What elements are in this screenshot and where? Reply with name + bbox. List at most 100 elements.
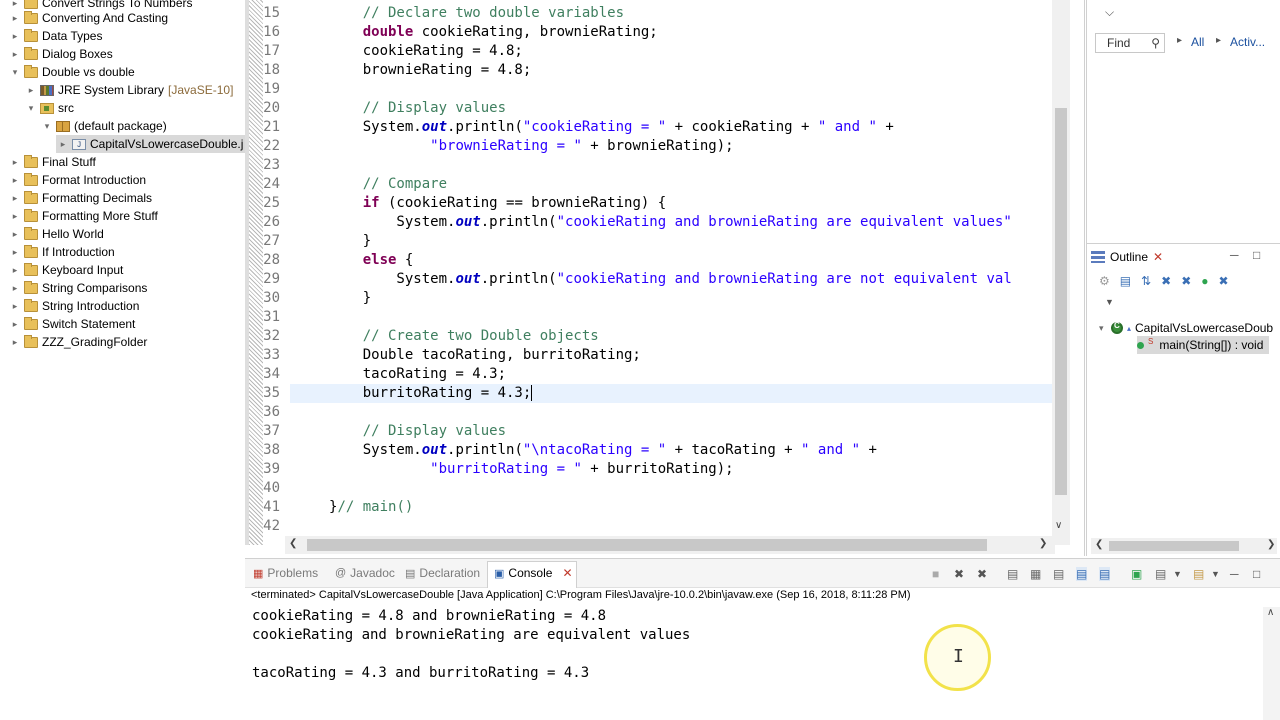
scroll-left-arrow-icon[interactable]: ❮ [1095, 539, 1103, 550]
chevron-right-icon[interactable]: ▸ [8, 31, 22, 42]
code-text[interactable]: tacoRating = 4.3; [329, 365, 506, 384]
sort-alpha-icon[interactable]: ⇅ [1141, 274, 1151, 288]
outline-method-item[interactable]: S main(String[]) : void [1137, 336, 1270, 354]
tab-javadoc[interactable]: @ Javadoc [335, 566, 395, 580]
dropdown-arrow-icon[interactable]: ▼ [1211, 569, 1220, 579]
code-text[interactable]: System.out.println("cookieRating and bro… [329, 270, 1011, 289]
scroll-right-arrow-icon[interactable]: ❯ [1267, 539, 1275, 550]
tree-item-keyboard-input[interactable]: ▸ Keyboard Input [8, 261, 123, 279]
hide-local-types-icon[interactable]: ✖ [1219, 274, 1229, 288]
code-line[interactable]: 22 "brownieRating = " + brownieRating); [245, 137, 1052, 156]
code-line[interactable]: 15 // Declare two double variables [245, 4, 1052, 23]
chevron-right-icon[interactable]: ▸ [8, 49, 22, 60]
code-text[interactable]: "brownieRating = " + brownieRating); [329, 137, 733, 156]
tree-item-formatting-decimals[interactable]: ▸ Formatting Decimals [8, 189, 152, 207]
chevron-down-icon[interactable]: ▾ [1099, 323, 1111, 334]
hide-nonpublic-icon[interactable]: ● [1201, 274, 1208, 288]
scroll-left-arrow-icon[interactable]: ❮ [289, 538, 297, 549]
code-text[interactable]: // Compare [329, 175, 447, 194]
code-text[interactable]: burritoRating = 4.3; [329, 384, 533, 403]
code-text[interactable]: // Display values [329, 99, 506, 118]
code-line[interactable]: 25 if (cookieRating == brownieRating) { [245, 194, 1052, 213]
tree-item-string-introduction[interactable]: ▸ String Introduction [8, 297, 139, 315]
clear-console-icon[interactable]: ▤ [1007, 567, 1018, 581]
tree-item-string-comparisons[interactable]: ▸ String Comparisons [8, 279, 147, 297]
code-line[interactable]: 37 // Display values [245, 422, 1052, 441]
tree-item-format-introduction[interactable]: ▸ Format Introduction [8, 171, 146, 189]
show-on-stderr-icon[interactable]: ▤ [1099, 567, 1111, 581]
pin-console-icon[interactable]: ▣ [1131, 567, 1142, 581]
code-line[interactable]: 41}// main() [245, 498, 1052, 517]
code-text[interactable]: System.out.println("cookieRating and bro… [329, 213, 1011, 232]
code-text[interactable]: if (cookieRating == brownieRating) { [329, 194, 666, 213]
close-icon[interactable]: ✕ [1153, 250, 1163, 264]
chevron-right-icon[interactable]: ▸ [24, 85, 38, 96]
collapse-all-icon[interactable]: ⚙ [1099, 274, 1110, 288]
maximize-icon[interactable]: □ [1253, 248, 1260, 262]
code-line[interactable]: 21 System.out.println("cookieRating = " … [245, 118, 1052, 137]
code-line[interactable]: 16 double cookieRating, brownieRating; [245, 23, 1052, 42]
dropdown-arrow-icon[interactable]: ▼ [1173, 569, 1182, 579]
display-selected-console-icon[interactable]: ▤ [1155, 567, 1166, 581]
all-link[interactable]: All [1191, 35, 1204, 49]
code-text[interactable]: double cookieRating, brownieRating; [329, 23, 658, 42]
chevron-right-icon[interactable]: ▸ [56, 139, 70, 150]
outline-horizontal-scrollbar[interactable]: ❮ ❯ [1091, 538, 1277, 554]
code-text[interactable]: "burritoRating = " + burritoRating); [329, 460, 733, 479]
activate-link[interactable]: Activ... [1230, 35, 1265, 49]
chevron-right-icon[interactable]: ▸ [8, 301, 22, 312]
code-text[interactable]: // Display values [329, 422, 506, 441]
scroll-down-arrow-icon[interactable]: ∨ [1055, 520, 1062, 531]
code-text[interactable]: Double tacoRating, burritoRating; [329, 346, 641, 365]
code-line[interactable]: 24 // Compare [245, 175, 1052, 194]
tree-item-formatting-more-stuff[interactable]: ▸ Formatting More Stuff [8, 207, 158, 225]
scroll-lock-icon[interactable]: ▦ [1030, 567, 1041, 581]
code-text[interactable]: cookieRating = 4.8; [329, 42, 523, 61]
close-icon[interactable]: ✕ [562, 566, 572, 580]
code-line[interactable]: 19 [245, 80, 1052, 99]
outline-scroll-thumb[interactable] [1109, 541, 1239, 551]
tree-item-double-vs-double[interactable]: ▾ Double vs double [8, 63, 135, 81]
tree-item-jre-library[interactable]: ▸ JRE System Library [JavaSE-10] [24, 81, 234, 99]
code-line[interactable]: 39 "burritoRating = " + burritoRating); [245, 460, 1052, 479]
code-line[interactable]: 28 else { [245, 251, 1052, 270]
console-vertical-scrollbar[interactable]: ∧ [1263, 607, 1280, 720]
code-text[interactable]: brownieRating = 4.8; [329, 61, 532, 80]
tree-item-converting-casting[interactable]: ▸ Converting And Casting [8, 9, 168, 27]
code-line[interactable]: 36 [245, 403, 1052, 422]
code-text[interactable]: } [329, 232, 371, 251]
word-wrap-icon[interactable]: ▤ [1053, 567, 1064, 581]
code-line[interactable]: 31 [245, 308, 1052, 327]
tree-item-java-file[interactable]: ▸ J CapitalVsLowercaseDouble.j [56, 135, 245, 153]
code-line[interactable]: 26 System.out.println("cookieRating and … [245, 213, 1052, 232]
code-text[interactable]: // Create two Double objects [329, 327, 599, 346]
code-line[interactable]: 17 cookieRating = 4.8; [245, 42, 1052, 61]
view-menu-icon[interactable]: ▼ [1105, 297, 1114, 307]
tree-item-final-stuff[interactable]: ▸ Final Stuff [8, 153, 96, 171]
tree-item-dialog-boxes[interactable]: ▸ Dialog Boxes [8, 45, 113, 63]
code-line[interactable]: 20 // Display values [245, 99, 1052, 118]
minimize-icon[interactable]: ─ [1230, 248, 1239, 262]
code-text[interactable]: }// main() [329, 498, 413, 517]
hide-fields-icon[interactable]: ✖ [1161, 274, 1171, 288]
tree-item-data-types[interactable]: ▸ Data Types [8, 27, 102, 45]
code-editor[interactable]: 15 // Declare two double variables 16 dou… [245, 0, 1085, 556]
open-console-icon[interactable]: ▤ [1193, 567, 1204, 581]
chevron-right-icon[interactable]: ▸ [8, 265, 22, 276]
tree-item-hello-world[interactable]: ▸ Hello World [8, 225, 104, 243]
chevron-right-icon[interactable]: ▸ [8, 193, 22, 204]
tab-declaration[interactable]: ▤ Declaration [405, 566, 480, 580]
code-text[interactable]: System.out.println("cookieRating = " + c… [329, 118, 894, 137]
code-text[interactable]: } [329, 289, 371, 308]
code-line[interactable]: 30 } [245, 289, 1052, 308]
chevron-right-icon[interactable]: ▸ [8, 283, 22, 294]
hide-static-icon[interactable]: ✖ [1181, 274, 1191, 288]
editor-vertical-scroll-thumb[interactable] [1055, 108, 1067, 495]
code-line[interactable]: 40 [245, 479, 1052, 498]
tree-item-switch-statement[interactable]: ▸ Switch Statement [8, 315, 135, 333]
chevron-down-icon[interactable]: ⌵ [1105, 5, 1114, 20]
minimize-icon[interactable]: ─ [1230, 567, 1239, 581]
terminate-icon[interactable]: ■ [932, 567, 939, 581]
maximize-icon[interactable]: □ [1253, 567, 1260, 581]
tree-item-if-introduction[interactable]: ▸ If Introduction [8, 243, 115, 261]
